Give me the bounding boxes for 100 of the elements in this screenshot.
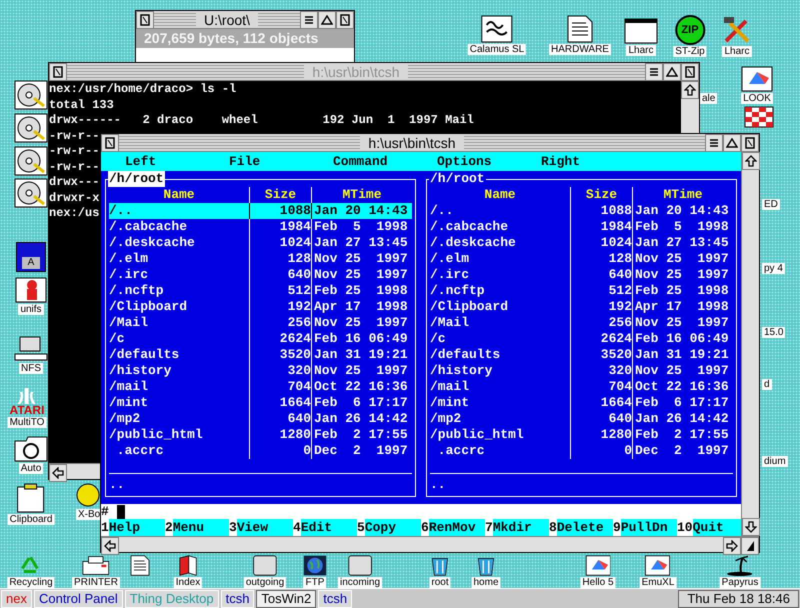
file-row[interactable]: /mail 704 Oct 22 16:36: [430, 379, 733, 395]
file-row[interactable]: .accrc 0 Dec 2 1997: [430, 443, 733, 459]
file-row[interactable]: /c 2624 Feb 16 06:49: [430, 331, 733, 347]
smiley-icon[interactable]: [76, 482, 100, 508]
menu-button[interactable]: [300, 11, 318, 29]
file-row[interactable]: /Clipboard 192 Apr 17 1998: [430, 299, 733, 315]
tools-icon[interactable]: [722, 15, 752, 45]
menu-item[interactable]: Right: [541, 152, 611, 172]
file-size: 1984: [249, 219, 311, 235]
file-row[interactable]: /public_html 1280 Feb 2 17:55: [109, 427, 412, 443]
file-row[interactable]: /mail 704 Oct 22 16:36: [109, 379, 412, 395]
file-row[interactable]: /Mail 256 Nov 25 1997: [109, 315, 412, 331]
file-row[interactable]: /history 320 Nov 25 1997: [430, 363, 733, 379]
task-button[interactable]: tcsh: [318, 590, 352, 608]
bin-icon[interactable]: [430, 555, 450, 576]
file-row[interactable]: /mint 1664 Feb 6 17:17: [109, 395, 412, 411]
title-bar[interactable]: U:\root\: [136, 11, 354, 29]
file-row[interactable]: /.ncftp 512 Feb 25 1998: [109, 283, 412, 299]
file-row[interactable]: /.cabcache 1984 Feb 5 1998: [430, 219, 733, 235]
palm-tree-icon[interactable]: [726, 555, 754, 576]
close-button[interactable]: [336, 11, 354, 29]
fuller-button[interactable]: [663, 63, 681, 81]
document-icon[interactable]: [130, 555, 150, 576]
close-button[interactable]: [681, 63, 699, 81]
menu-item[interactable]: Command: [333, 152, 403, 172]
close-button[interactable]: [49, 63, 67, 81]
printer-icon[interactable]: [82, 555, 110, 576]
zip-icon[interactable]: ZIP: [675, 15, 705, 45]
icon-label: Hello 5: [580, 577, 616, 588]
prism-icon[interactable]: [645, 555, 671, 576]
file-row[interactable]: /.irc 640 Nov 25 1997: [430, 267, 733, 283]
file-row[interactable]: /history 320 Nov 25 1997: [109, 363, 412, 379]
file-row[interactable]: /.cabcache 1984 Feb 5 1998: [109, 219, 412, 235]
menu-item[interactable]: Left: [125, 152, 195, 172]
file-row[interactable]: /.elm 128 Nov 25 1997: [109, 251, 412, 267]
globe-icon[interactable]: [303, 555, 327, 576]
menu-item[interactable]: Options: [437, 152, 507, 172]
resize-handle[interactable]: [741, 537, 759, 555]
tray-icon[interactable]: [348, 555, 372, 576]
prism-icon[interactable]: [741, 66, 773, 92]
scroll-left-button[interactable]: [49, 464, 67, 482]
folder-icon[interactable]: [14, 436, 48, 462]
file-mtime: Feb 6 17:17: [632, 395, 733, 411]
fuller-button[interactable]: [318, 11, 336, 29]
prism-icon[interactable]: [585, 555, 611, 576]
close-button[interactable]: [136, 11, 154, 29]
file-row[interactable]: /.irc 640 Nov 25 1997: [109, 267, 412, 283]
file-name: /c: [430, 331, 447, 347]
file-row[interactable]: /public_html 1280 Feb 2 17:55: [430, 427, 733, 443]
scroll-left-button[interactable]: [101, 537, 119, 555]
bin-icon[interactable]: [476, 555, 496, 576]
file-row[interactable]: /c 2624 Feb 16 06:49: [109, 331, 412, 347]
tray-icon[interactable]: [252, 555, 278, 576]
task-button[interactable]: TosWin2: [256, 590, 316, 608]
fuller-button[interactable]: [723, 134, 741, 152]
file-row[interactable]: /.deskcache 1024 Jan 27 13:45: [430, 235, 733, 251]
file-row[interactable]: /Mail 256 Nov 25 1997: [430, 315, 733, 331]
file-row[interactable]: /.. 1088 Jan 20 14:43: [109, 203, 412, 219]
window-icon[interactable]: [624, 18, 658, 44]
close-button[interactable]: [101, 134, 119, 152]
column-header[interactable]: MTime: [632, 187, 733, 203]
clipboard-icon[interactable]: [16, 483, 46, 513]
menu-item[interactable]: File: [229, 152, 299, 172]
scroll-up-button[interactable]: [742, 152, 760, 170]
file-row[interactable]: /defaults 3520 Jan 31 19:21: [109, 347, 412, 363]
document-icon[interactable]: [567, 15, 593, 43]
panel-path: /h/root: [108, 171, 165, 187]
title-bar[interactable]: h:\usr\bin\tcsh: [101, 134, 759, 152]
file-size: 0: [249, 443, 311, 459]
file-row[interactable]: /defaults 3520 Jan 31 19:21: [430, 347, 733, 363]
program-icon[interactable]: [481, 15, 513, 43]
file-mtime: Jan 20 14:43: [632, 203, 733, 219]
checkered-icon[interactable]: [744, 106, 774, 128]
file-row[interactable]: /.. 1088 Jan 20 14:43: [430, 203, 733, 219]
task-button[interactable]: Control Panel: [34, 590, 123, 608]
column-header[interactable]: Size: [570, 187, 632, 203]
task-button[interactable]: nex: [1, 590, 32, 608]
file-row[interactable]: /mp2 640 Jan 26 14:42: [430, 411, 733, 427]
task-button[interactable]: tcsh: [220, 590, 254, 608]
computer-icon[interactable]: [14, 336, 48, 362]
file-row[interactable]: /Clipboard 192 Apr 17 1998: [109, 299, 412, 315]
menu-button[interactable]: [645, 63, 663, 81]
scroll-right-button[interactable]: [723, 537, 741, 555]
file-row[interactable]: .accrc 0 Dec 2 1997: [109, 443, 412, 459]
window-title: U:\root\: [196, 12, 258, 28]
column-header[interactable]: Name: [430, 187, 570, 203]
file-row[interactable]: /.deskcache 1024 Jan 27 13:45: [109, 235, 412, 251]
menu-button[interactable]: [705, 134, 723, 152]
icon-label: Index: [174, 577, 202, 588]
file-row[interactable]: /.elm 128 Nov 25 1997: [430, 251, 733, 267]
file-name: /.ncftp: [430, 283, 486, 299]
scroll-up-button[interactable]: [681, 81, 699, 99]
book-icon[interactable]: [176, 555, 200, 576]
close-button[interactable]: [741, 134, 759, 152]
scroll-down-button[interactable]: [742, 518, 760, 536]
file-row[interactable]: /mint 1664 Feb 6 17:17: [430, 395, 733, 411]
creature-icon[interactable]: [15, 275, 47, 303]
file-row[interactable]: /mp2 640 Jan 26 14:42: [109, 411, 412, 427]
column-header[interactable]: Name: [109, 187, 249, 203]
file-row[interactable]: /.ncftp 512 Feb 25 1998: [430, 283, 733, 299]
